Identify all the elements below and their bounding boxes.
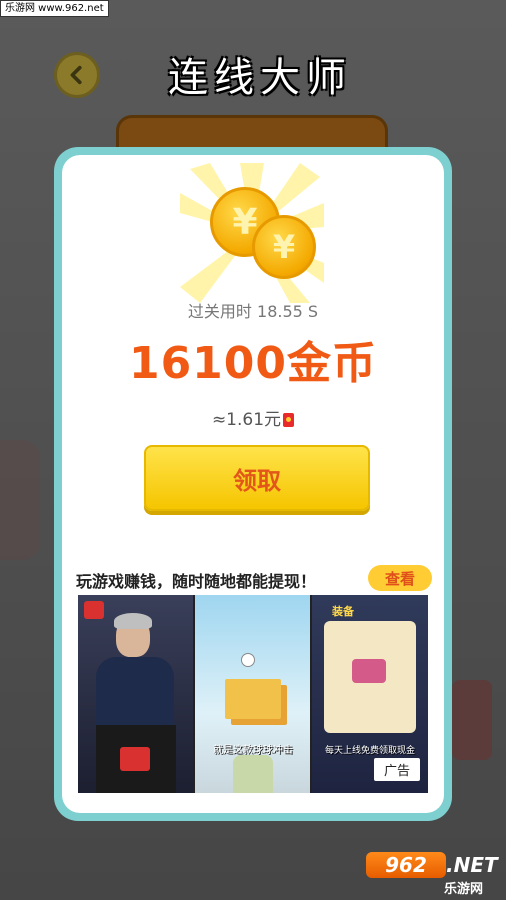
ad-figure	[114, 613, 152, 629]
reward-amount: 16100金币	[128, 338, 378, 389]
reward-dialog-body: ¥ ¥ 过关用时 18.55 S 16100金币 ≈1.61元 领取 玩游戏赚钱…	[62, 155, 444, 813]
back-arrow-icon	[70, 65, 82, 85]
ad-figure	[96, 657, 174, 727]
ball-icon	[241, 653, 255, 667]
site-logo-number: 962	[366, 852, 446, 878]
site-watermark: 乐游网 www.962.net	[0, 0, 109, 17]
tank-icon	[352, 659, 386, 683]
view-button[interactable]: 查看	[368, 565, 432, 591]
site-logo-name: 乐游网	[444, 882, 484, 897]
promo-text: 玩游戏赚钱，随时随地都能提现！	[76, 572, 317, 591]
ad-panel-title: 装备	[332, 605, 354, 618]
approx-cash-text: ≈1.61元	[211, 410, 282, 430]
ad-image-presenter	[78, 595, 193, 793]
ad-subtitle: 每天上线免费领取现金	[324, 746, 415, 756]
background-decoration	[452, 680, 492, 760]
site-logo: 962 .NET 乐游网	[366, 850, 500, 897]
ad-badge: 广告	[373, 758, 420, 781]
promo-row: 玩游戏赚钱，随时随地都能提现！ 查看	[76, 565, 436, 591]
ad-banner[interactable]: 就是这款球球冲击 装备 每天上线免费领取现金 广告	[78, 595, 428, 793]
gold-coin-icon: ¥	[252, 215, 316, 279]
game-logo-icon	[120, 747, 150, 771]
background-decoration	[0, 440, 40, 560]
reward-dialog: ¥ ¥ 过关用时 18.55 S 16100金币 ≈1.61元 领取 玩游戏赚钱…	[54, 147, 452, 821]
cannon-icon	[233, 755, 273, 793]
game-title: 连线大师	[168, 55, 352, 101]
ad-image-gameplay: 就是这款球球冲击	[195, 595, 310, 793]
ad-blocks	[225, 679, 281, 719]
site-logo-net: .NET	[446, 853, 498, 877]
back-button[interactable]	[54, 52, 100, 98]
game-app-icon	[84, 601, 104, 619]
ad-subtitle: 就是这款球球冲击	[213, 745, 293, 756]
claim-button[interactable]: 领取	[144, 445, 370, 511]
ad-image-equipment: 装备 每天上线免费领取现金 广告	[312, 595, 428, 793]
clear-time-label: 过关用时 18.55 S	[187, 302, 319, 321]
red-envelope-icon	[283, 413, 295, 427]
approx-cash-value: ≈1.61元	[62, 405, 444, 430]
